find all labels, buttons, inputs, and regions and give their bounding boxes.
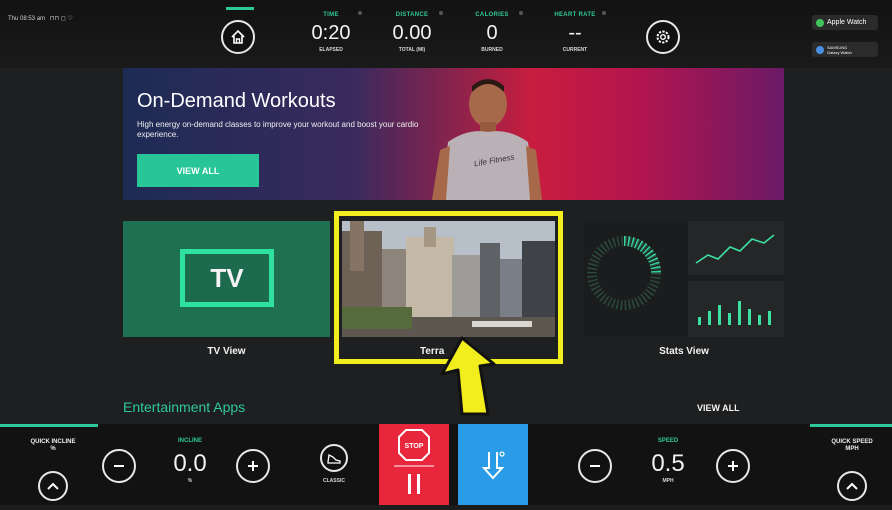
incline-accent-bar [0,424,98,427]
info-dot-icon [439,11,443,15]
stat-value: 0 [486,22,498,44]
home-icon [231,29,245,44]
entertainment-apps-title: Entertainment Apps [123,399,246,415]
info-dot-icon [358,11,362,15]
minus-icon [114,465,124,467]
apple-watch-button[interactable]: Apple Watch [812,15,878,30]
quick-incline-label: QUICK INCLINE [30,439,76,445]
apple-watch-label: Apple Watch [827,19,867,26]
incline-decrease-button[interactable] [102,449,136,483]
home-button[interactable] [221,20,255,54]
stop-pause-button[interactable]: STOP [379,424,449,505]
speed-increase-button[interactable] [716,449,750,483]
incline-unit: % [187,478,193,484]
status-icons: ⊓⊓ ◻ ♡ [49,16,73,22]
banner-title: On-Demand Workouts [137,90,336,112]
galaxy-watch-button[interactable]: SAMSUNG Galaxy Watch [812,42,878,57]
stop-text: STOP [405,443,424,450]
settings-button[interactable] [646,20,680,54]
info-dot-icon [602,11,606,15]
quick-incline-label-group: QUICK INCLINE % [14,439,92,453]
samsung-watch-icon [816,45,824,54]
minus-icon [590,465,600,467]
quick-speed-label: QUICK SPEED [831,439,873,445]
incline-value: 0.0 [173,450,207,477]
pointer-arrow-icon [440,336,496,416]
stats-view-tile[interactable] [584,221,784,337]
system-clock: Thu 08:53 am ⊓⊓ ◻ ♡ [8,15,73,22]
stat-label: CALORIES [475,12,509,18]
view-all-workouts-button[interactable]: VIEW ALL [137,154,259,187]
plus-icon [728,461,738,471]
speed-label: SPEED [657,438,679,444]
chevron-up-icon [846,482,858,490]
home-active-indicator [226,7,254,10]
classic-mode-button[interactable]: CLASSIC [314,444,354,484]
gear-icon [656,30,670,44]
incline-increase-button[interactable] [236,449,270,483]
trainer-photo: Life Fitness [432,79,542,200]
stat-distance: DISTANCE 0.00 TOTAL (MI) [377,11,447,53]
tv-icon: TV [180,249,274,307]
stat-sub: TOTAL (MI) [398,47,426,53]
galaxy-watch-label: Galaxy Watch [827,49,852,55]
incline-display: INCLINE 0.0 % [160,438,220,484]
entertainment-view-all-link[interactable]: VIEW ALL [697,403,740,413]
stat-sub: CURRENT [562,47,588,53]
stat-heart-rate: HEART RATE -- CURRENT [540,11,610,53]
stat-value: -- [568,22,582,44]
speed-display: SPEED 0.5 MPH [638,438,698,484]
quick-speed-button[interactable] [837,471,867,501]
shoe-icon [327,454,341,464]
quick-incline-unit: % [50,446,56,452]
shoe-icon-wrap [320,444,348,472]
speed-accent-bar [810,424,892,427]
tv-view-label: TV View [207,346,246,357]
quick-speed-unit: MPH [845,446,859,452]
tv-view-tile[interactable]: TV [123,221,330,337]
apple-watch-icon [816,18,824,27]
stats-graphic [587,221,784,337]
stat-value: 0.00 [392,22,432,44]
down-arrow-icon [481,450,505,479]
banner-description: High energy on-demand classes to improve… [137,120,419,139]
stat-sub: BURNED [481,47,503,53]
on-demand-banner[interactable]: On-Demand Workouts High energy on-demand… [123,68,784,200]
incline-label: INCLINE [178,438,202,444]
quick-incline-button[interactable] [38,471,68,501]
stats-view-label: Stats View [659,346,709,357]
stat-label: TIME [323,12,339,18]
speed-decrease-button[interactable] [578,449,612,483]
plus-icon [248,461,258,471]
stat-value: 0:20 [311,22,351,44]
stat-calories: CALORIES 0 BURNED [457,11,527,53]
clock-text: Thu 08:53 am [8,16,46,22]
stat-sub: ELAPSED [319,47,343,53]
stat-label: HEART RATE [554,12,596,18]
tv-icon-text: TV [210,262,244,293]
cooldown-button[interactable] [458,424,528,505]
stat-label: DISTANCE [395,12,429,18]
speed-unit: MPH [662,478,674,484]
quick-speed-label-group: QUICK SPEED MPH [814,439,890,453]
info-dot-icon [519,11,523,15]
chevron-up-icon [47,482,59,490]
stat-time: TIME 0:20 ELAPSED [296,11,366,53]
speed-value: 0.5 [651,450,685,477]
stop-pause-icon: STOP [394,429,434,494]
classic-label: CLASSIC [323,478,345,484]
